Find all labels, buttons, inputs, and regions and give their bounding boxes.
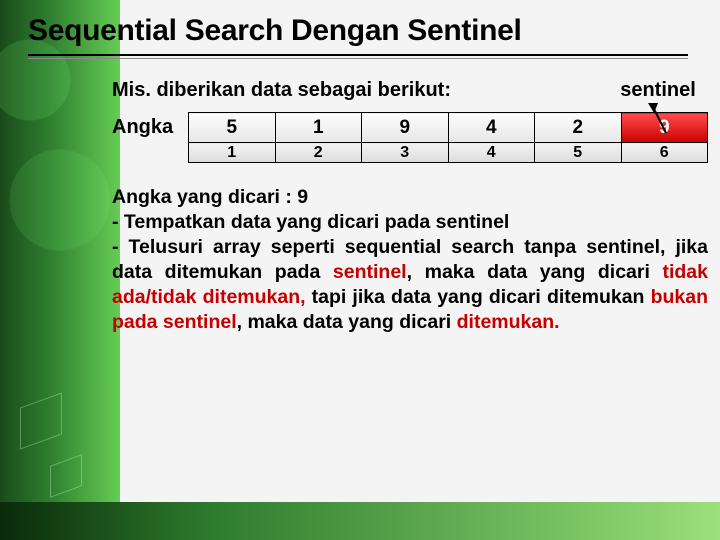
array-cell: 5 <box>189 113 276 143</box>
text-fragment: tapi jika data yang dicari ditemukan <box>306 286 651 308</box>
array-cell: 9 <box>362 113 449 143</box>
array-cell: 1 <box>275 113 362 143</box>
explanation-line1: Angka yang dicari : 9 <box>112 185 708 210</box>
slide-content: Sequential Search Dengan Sentinel Mis. d… <box>0 0 720 335</box>
explanation-line3: - Telusuri array seperti sequential sear… <box>112 235 708 335</box>
array-index-row: 1 2 3 4 5 6 <box>189 143 708 163</box>
array-cell: 4 <box>448 113 535 143</box>
title-rule-thin <box>28 58 688 59</box>
title-rule-thick <box>28 54 688 56</box>
sentinel-label: sentinel <box>608 79 708 102</box>
index-cell: 4 <box>448 143 535 163</box>
sentinel-label-text: sentinel <box>620 79 696 101</box>
index-cell: 5 <box>535 143 622 163</box>
decorative-bottom-bar <box>0 502 720 540</box>
index-cell: 2 <box>275 143 362 163</box>
highlight-found: ditemukan. <box>457 311 560 333</box>
highlight-sentinel: sentinel <box>333 261 407 283</box>
page-title: Sequential Search Dengan Sentinel <box>28 14 692 48</box>
explanation-line2: - Tempatkan data yang dicari pada sentin… <box>112 210 708 235</box>
array-cell: 2 <box>535 113 622 143</box>
index-cell: 6 <box>621 143 708 163</box>
intro-text: Mis. diberikan data sebagai berikut: <box>112 79 451 102</box>
text-fragment: , maka data yang dicari <box>407 261 663 283</box>
index-cell: 1 <box>189 143 276 163</box>
index-cell: 3 <box>362 143 449 163</box>
array-label: Angka <box>112 112 188 139</box>
explanation-text: Angka yang dicari : 9 - Tempatkan data y… <box>112 185 708 335</box>
text-fragment: , maka data yang dicari <box>237 311 457 333</box>
array-table: 5 1 9 4 2 9 1 2 3 4 5 6 <box>188 112 708 163</box>
array-values-row: 5 1 9 4 2 9 <box>189 113 708 143</box>
